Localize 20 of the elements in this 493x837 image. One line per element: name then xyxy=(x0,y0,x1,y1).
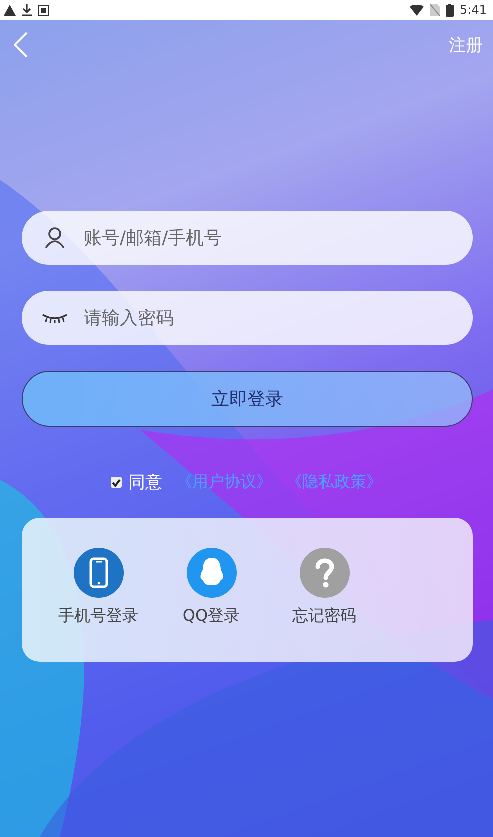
back-icon[interactable] xyxy=(14,32,28,58)
help-icon[interactable] xyxy=(300,548,350,598)
option-label[interactable]: QQ登录 xyxy=(182,606,240,627)
penguin-icon[interactable] xyxy=(186,548,236,598)
account-field[interactable]: 账号/邮箱/手机号 xyxy=(22,211,473,265)
warning-icon xyxy=(4,4,16,16)
agree-label: 同意 xyxy=(128,472,162,494)
option-label[interactable]: 忘记密码 xyxy=(292,606,356,627)
user-icon xyxy=(45,227,65,249)
closed-eye-icon xyxy=(42,312,68,324)
login-button[interactable]: 立即登录 xyxy=(22,371,473,427)
no-sim-icon xyxy=(430,4,440,16)
battery-icon xyxy=(446,4,454,16)
wifi-icon xyxy=(410,4,424,16)
password-field[interactable]: 请输入密码 xyxy=(22,291,473,345)
option-label[interactable]: 手机号登录 xyxy=(58,606,138,627)
phone-icon[interactable] xyxy=(74,548,124,598)
download-icon xyxy=(22,4,32,16)
status-time: 5:41 xyxy=(460,3,487,17)
agree-checkbox[interactable] xyxy=(110,477,122,488)
